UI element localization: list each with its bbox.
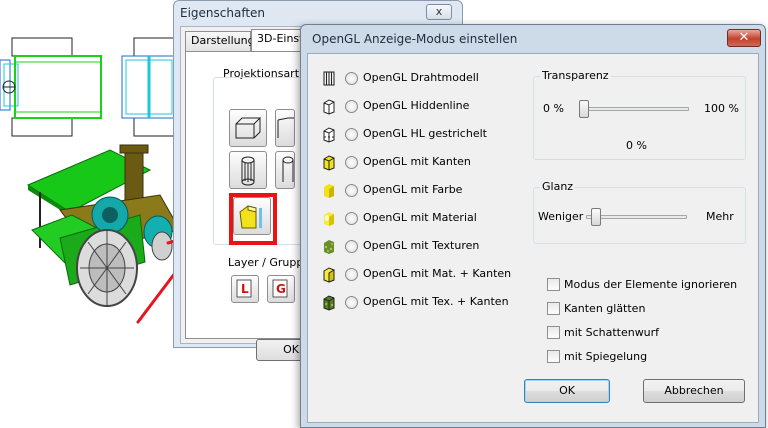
parallel-box-icon [235, 117, 262, 139]
transparency-group: Transparenz 0 % 100 % 0 % [533, 69, 746, 160]
material-edges-icon [323, 267, 335, 283]
transparency-title: Transparenz [540, 69, 611, 82]
close-icon: x [435, 5, 443, 18]
projection-perspective-button[interactable] [275, 109, 295, 147]
radio-drahtmodell[interactable] [345, 72, 358, 85]
ok-button[interactable]: OK [524, 379, 610, 403]
hl-dashed-icon [323, 127, 335, 143]
checkbox-reflection[interactable] [547, 350, 560, 363]
svg-text:G: G [276, 282, 286, 296]
checkbox-label-ignore-mode: Modus der Elemente ignorieren [564, 278, 738, 291]
render-cylinder-plain-button[interactable] [275, 151, 295, 189]
cad-3d-steam-roller [26, 144, 181, 307]
gloss-max-label: Mehr [706, 210, 734, 223]
mode-label-drahtmodell: OpenGL Drahtmodell [363, 71, 479, 84]
mode-label-hl-gestrichelt: OpenGL HL gestrichelt [363, 127, 487, 140]
radio-tex-kanten[interactable] [345, 296, 358, 309]
radio-texturen[interactable] [345, 240, 358, 253]
gloss-slider-thumb[interactable] [590, 208, 601, 226]
gloss-slider-track[interactable] [586, 215, 687, 219]
cylinder-icon [282, 156, 294, 182]
checkbox-shadow[interactable] [547, 326, 560, 339]
transparency-slider-thumb[interactable] [579, 100, 589, 118]
highlight-box [229, 193, 277, 245]
tab-darstellung[interactable]: Darstellung [185, 31, 255, 51]
render-cylinder-button[interactable] [229, 151, 267, 189]
wireframe-icon [323, 71, 335, 86]
texture-icon [324, 240, 334, 254]
mode-label-texturen: OpenGL mit Texturen [363, 239, 480, 252]
checkbox-label-shadow: mit Schattenwurf [564, 326, 660, 339]
projection-parallel-button[interactable] [229, 109, 267, 147]
mode-label-hiddenline: OpenGL Hiddenline [363, 99, 470, 112]
cancel-button[interactable]: Abbrechen [643, 379, 745, 403]
radio-farbe[interactable] [345, 184, 358, 197]
radio-hiddenline[interactable] [345, 100, 358, 113]
transparency-value-label: 0 % [626, 139, 647, 152]
gloss-group: Glanz Weniger Mehr [533, 180, 746, 244]
group-g-icon: G [272, 279, 288, 298]
group-button[interactable]: G [267, 275, 295, 303]
layer-l-icon: L [236, 279, 252, 298]
mode-label-material: OpenGL mit Material [363, 211, 477, 224]
mode-label-tex-kanten: OpenGL mit Tex. + Kanten [363, 295, 509, 308]
gloss-title: Glanz [540, 180, 576, 193]
mode-label-kanten: OpenGL mit Kanten [363, 155, 471, 168]
transparency-max-label: 100 % [704, 102, 739, 115]
edges-icon [323, 155, 335, 171]
radio-kanten[interactable] [345, 156, 358, 169]
radio-mat-kanten[interactable] [345, 268, 358, 281]
layer-button[interactable]: L [231, 275, 259, 303]
checkbox-label-smooth-edges: Kanten glätten [564, 302, 646, 315]
transparency-min-label: 0 % [543, 102, 564, 115]
properties-close-button[interactable]: x [426, 4, 452, 20]
opengl-mode-dialog: OpenGL Anzeige-Modus einstellen ✕ OpenGL… [300, 24, 766, 428]
radio-material[interactable] [345, 212, 358, 225]
cad-plan-view-left [0, 37, 102, 137]
close-icon: ✕ [738, 30, 750, 45]
cad-side-view [121, 37, 177, 137]
perspective-box-icon [277, 117, 294, 138]
properties-title: Eigenschaften [180, 6, 266, 20]
svg-text:L: L [241, 282, 249, 296]
material-icon [324, 212, 334, 226]
transparency-slider-track[interactable] [579, 107, 689, 111]
gloss-min-label: Weniger [538, 210, 584, 223]
cylinder-hatched-icon [241, 156, 255, 186]
checkbox-label-reflection: mit Spiegelung [564, 350, 648, 363]
mode-label-mat-kanten: OpenGL mit Mat. + Kanten [363, 267, 512, 280]
dialog-title: OpenGL Anzeige-Modus einstellen [312, 32, 518, 46]
dialog-client-area: OpenGL Drahtmodell OpenGL Hiddenline Ope… [307, 53, 759, 423]
mode-label-farbe: OpenGL mit Farbe [363, 183, 463, 196]
hiddenline-icon [323, 99, 335, 115]
radio-hl-gestrichelt[interactable] [345, 128, 358, 141]
texture-edges-icon [323, 295, 335, 311]
checkbox-smooth-edges[interactable] [547, 302, 560, 315]
dialog-close-button[interactable]: ✕ [727, 29, 761, 47]
color-icon [324, 184, 334, 198]
checkbox-ignore-mode[interactable] [547, 278, 560, 291]
